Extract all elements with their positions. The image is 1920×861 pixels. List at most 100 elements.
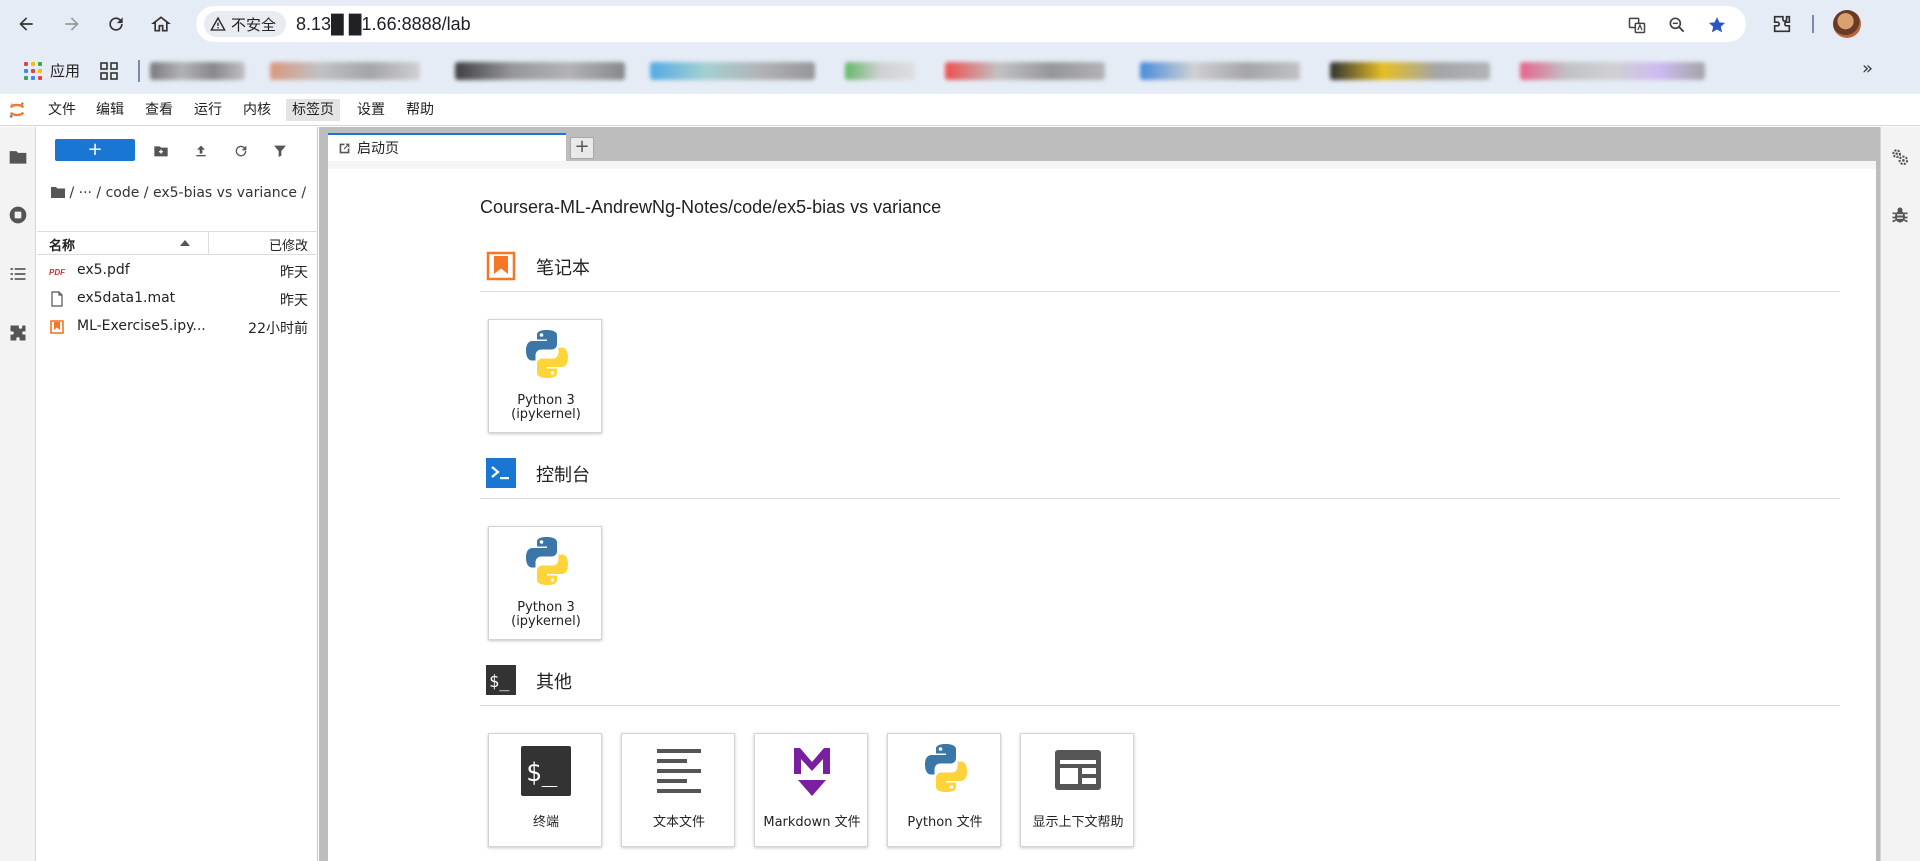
menu-file[interactable]: 文件 [42, 99, 82, 121]
bookmark-star-icon[interactable] [1706, 14, 1728, 36]
browser-toolbar: 不安全 8.13█ █1.66:8888/lab [0, 0, 1920, 48]
apps-bookmark[interactable]: 应用 [24, 60, 80, 81]
menu-edit[interactable]: 编辑 [90, 99, 130, 121]
file-browser-tab[interactable] [6, 145, 30, 169]
menu-kernel[interactable]: 内核 [237, 99, 277, 121]
folder-icon[interactable] [51, 187, 65, 198]
list-icon [10, 268, 26, 280]
menu-tabs[interactable]: 标签页 [286, 99, 340, 121]
filter-icon[interactable] [270, 141, 290, 161]
terminal-icon: $_ [521, 746, 571, 796]
card-label: 显示上下文帮助 [1032, 815, 1124, 830]
table-of-contents-tab[interactable] [6, 262, 30, 286]
python-file-card[interactable]: Python 文件 [887, 733, 1001, 847]
section-divider [480, 291, 1840, 292]
security-chip[interactable]: 不安全 [204, 11, 287, 37]
svg-text:$_: $_ [489, 672, 510, 692]
apps-grid-icon [24, 61, 42, 80]
column-divider[interactable] [208, 232, 209, 254]
markdown-file-card[interactable]: Markdown 文件 [754, 733, 868, 847]
zoom-icon[interactable] [1666, 14, 1688, 36]
refresh-icon[interactable] [231, 141, 251, 161]
svg-text:$_: $_ [526, 758, 558, 788]
jupyter-logo-icon [9, 102, 25, 118]
python-icon [526, 537, 568, 585]
menu-run[interactable]: 运行 [188, 99, 228, 121]
url-text[interactable]: 8.13█ █1.66:8888/lab [296, 14, 471, 35]
menu-settings[interactable]: 设置 [351, 99, 391, 121]
add-tab-button[interactable]: + [570, 137, 594, 159]
gears-icon [1892, 149, 1909, 166]
notebook-icon [50, 320, 64, 334]
terminal-card[interactable]: $_ 终端 [488, 733, 602, 847]
file-name: ML-Exercise5.ipy... [77, 318, 206, 334]
markdown-icon [794, 748, 830, 796]
forward-icon[interactable] [56, 8, 88, 40]
blurred-bookmark[interactable] [270, 62, 420, 80]
file-row[interactable]: PDF ex5.pdf 昨天 [37, 259, 318, 283]
file-name: ex5data1.mat [77, 290, 176, 306]
stop-circle-icon [9, 206, 27, 224]
blurred-bookmark[interactable] [1330, 62, 1490, 80]
bookmarks-bar: 应用 » [0, 48, 1920, 94]
card-label: Python 3 [517, 393, 575, 408]
blurred-bookmark[interactable] [845, 62, 915, 80]
file-row[interactable]: ex5data1.mat 昨天 [37, 287, 318, 311]
running-sessions-tab[interactable] [6, 203, 30, 227]
blurred-bookmark[interactable] [945, 62, 1105, 80]
column-modified[interactable]: 已修改 [269, 235, 308, 254]
blurred-bookmark[interactable] [1520, 62, 1705, 80]
card-label: Markdown 文件 [763, 815, 861, 830]
file-modified: 昨天 [280, 265, 308, 281]
card-label: Python 3 [517, 600, 575, 615]
column-name[interactable]: 名称 [49, 235, 75, 254]
debugger-tab[interactable] [1890, 205, 1912, 227]
blurred-bookmark[interactable] [455, 62, 625, 80]
tab-groups-icon[interactable] [100, 62, 118, 80]
menu-help[interactable]: 帮助 [400, 99, 440, 121]
profile-avatar[interactable] [1833, 10, 1861, 38]
reload-icon[interactable] [100, 8, 132, 40]
breadcrumb-text[interactable]: / ··· / code / ex5-bias vs variance / [69, 185, 306, 201]
puzzle-icon [10, 325, 26, 341]
new-launcher-button[interactable]: + [55, 139, 135, 161]
tab-launcher[interactable]: 启动页 [328, 133, 566, 161]
sort-ascending-icon[interactable] [180, 240, 190, 246]
breadcrumb: / ··· / code / ex5-bias vs variance / [51, 183, 311, 203]
section-divider [480, 498, 1840, 499]
card-label: 终端 [532, 815, 559, 830]
notebook-python3-card[interactable]: Python 3 (ipykernel) [488, 319, 602, 433]
file-list-header: 名称 已修改 [37, 231, 318, 255]
blurred-bookmark[interactable] [150, 62, 245, 80]
blurred-bookmark[interactable] [1140, 62, 1300, 80]
file-name: ex5.pdf [77, 262, 130, 278]
upload-icon[interactable] [191, 141, 211, 161]
folder-icon [9, 151, 27, 164]
back-icon[interactable] [10, 8, 42, 40]
file-modified: 22小时前 [248, 321, 308, 337]
console-python3-card[interactable]: Python 3 (ipykernel) [488, 526, 602, 640]
extensions-icon[interactable] [1766, 8, 1798, 40]
file-row[interactable]: ML-Exercise5.ipy... 22小时前 [37, 315, 318, 339]
text-file-card[interactable]: 文本文件 [621, 733, 735, 847]
left-sidebar [0, 127, 36, 861]
new-folder-icon[interactable] [151, 141, 171, 161]
extension-manager-tab[interactable] [6, 321, 30, 345]
more-bookmarks-icon[interactable]: » [1862, 58, 1873, 79]
blurred-bookmark[interactable] [650, 62, 815, 80]
translate-icon[interactable] [1626, 14, 1648, 36]
file-modified: 昨天 [280, 293, 308, 309]
notebook-section-title: 笔记本 [536, 258, 590, 279]
home-icon[interactable] [145, 8, 177, 40]
tab-bar: 启动页 + [319, 127, 1880, 161]
menu-bar: 文件 编辑 查看 运行 内核 标签页 设置 帮助 [0, 94, 1920, 126]
card-sublabel: (ipykernel) [511, 614, 581, 629]
other-section-title: 其他 [536, 672, 572, 693]
context-help-card[interactable]: 显示上下文帮助 [1020, 733, 1134, 847]
console-section-icon [486, 458, 516, 488]
menu-view[interactable]: 查看 [139, 99, 179, 121]
right-sidebar [1880, 127, 1920, 861]
warning-icon [210, 16, 226, 31]
address-bar[interactable]: 不安全 8.13█ █1.66:8888/lab [196, 6, 1746, 42]
property-inspector-tab[interactable] [1890, 147, 1912, 169]
